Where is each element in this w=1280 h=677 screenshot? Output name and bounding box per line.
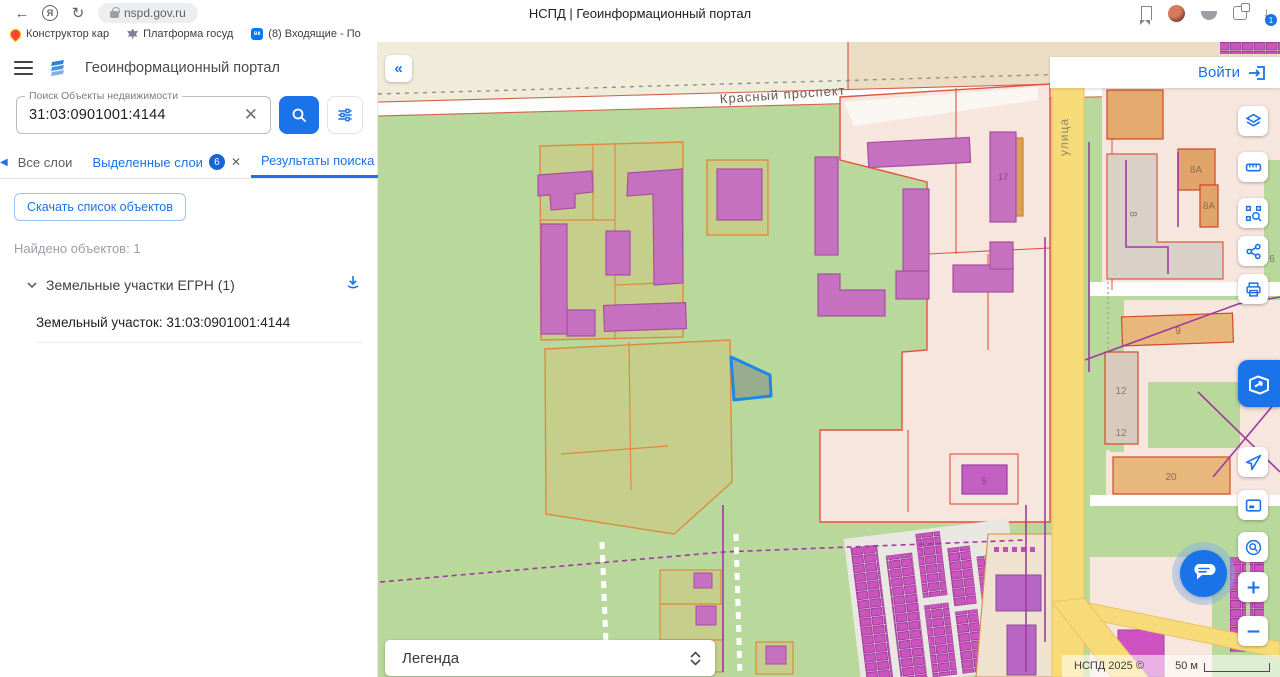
bookmark-gov-platform[interactable]: Платформа госуд bbox=[127, 28, 233, 40]
plus-icon bbox=[1247, 581, 1259, 593]
search-icon bbox=[292, 108, 306, 122]
scale-bracket bbox=[1204, 663, 1270, 672]
collapse-panel-button[interactable]: « bbox=[385, 55, 412, 82]
bookmarks-bar: Конструктор кар Платформа госуд вк (8) В… bbox=[0, 26, 1280, 42]
zoom-out-button[interactable] bbox=[1238, 616, 1268, 646]
downloads-button[interactable]: ↓ 1 bbox=[1263, 4, 1277, 26]
login-icon bbox=[1249, 65, 1265, 80]
download-badge: 1 bbox=[1265, 14, 1277, 26]
object-search-button[interactable] bbox=[1238, 198, 1268, 228]
search-button[interactable] bbox=[279, 96, 319, 134]
search-field-label: Поиск Объекты недвижимости bbox=[25, 90, 183, 102]
chevron-down-icon bbox=[27, 281, 37, 288]
download-icon bbox=[347, 276, 359, 289]
map-canvas[interactable]: Красный проспект улица 8 8А 8А 9 12 12 2… bbox=[378, 42, 1280, 677]
address-text: nspd.gov.ru bbox=[124, 6, 186, 20]
road-yellow bbox=[1051, 81, 1085, 677]
chat-bubble-icon bbox=[1193, 563, 1215, 579]
legend-toggle-icon[interactable] bbox=[690, 650, 701, 666]
basemap-icon bbox=[1249, 374, 1269, 395]
result-group-title: Земельные участки ЕГРН (1) bbox=[46, 276, 235, 293]
legend-bar[interactable]: Легенда bbox=[385, 640, 715, 676]
nspd-logo-icon bbox=[51, 60, 64, 76]
svg-text:8А: 8А bbox=[1203, 201, 1216, 212]
share-icon bbox=[1245, 243, 1261, 259]
layers-button[interactable] bbox=[1238, 106, 1268, 136]
left-panel: Геоинформационный портал Поиск Объекты н… bbox=[0, 42, 423, 677]
svg-text:20: 20 bbox=[1165, 472, 1177, 483]
login-bar[interactable]: Войти bbox=[1050, 57, 1280, 88]
object-search-icon bbox=[1245, 205, 1261, 221]
found-count-text: Найдено объектов: 1 bbox=[14, 241, 141, 256]
ruler-icon bbox=[1245, 163, 1261, 171]
tabs-scroll-left-icon[interactable]: ◀ bbox=[0, 146, 8, 178]
bookmark-flag-icon[interactable] bbox=[1140, 6, 1152, 25]
close-tab-icon[interactable]: ✕ bbox=[231, 155, 241, 169]
geolocation-button[interactable] bbox=[1238, 447, 1268, 477]
tab-selected-layers[interactable]: Выделенные слои 6 ✕ bbox=[82, 146, 251, 178]
sliders-icon bbox=[338, 108, 352, 122]
avatar[interactable] bbox=[1168, 4, 1185, 22]
svg-text:9: 9 bbox=[1175, 326, 1181, 337]
selected-layers-badge: 6 bbox=[208, 154, 225, 170]
lock-icon bbox=[110, 7, 120, 18]
extensions-icon[interactable] bbox=[1233, 3, 1250, 20]
overview-map-icon bbox=[1245, 498, 1261, 512]
layers-icon bbox=[1245, 113, 1261, 127]
browser-chrome: ← Я ↻ nspd.gov.ru НСПД | Геоинформационн… bbox=[0, 0, 1280, 42]
print-icon bbox=[1245, 281, 1261, 297]
result-group-header[interactable]: Земельные участки ЕГРН (1) bbox=[14, 270, 363, 305]
collections-icon[interactable] bbox=[1201, 10, 1217, 20]
layer-tabs: ◀ Все слои Выделенные слои 6 ✕ Результат… bbox=[0, 146, 423, 179]
download-group-button[interactable] bbox=[345, 274, 361, 295]
svg-text:17: 17 bbox=[998, 172, 1008, 182]
scale-bar: 50 м bbox=[1175, 660, 1270, 672]
search-filters-button[interactable] bbox=[327, 96, 363, 134]
search-field[interactable]: Поиск Объекты недвижимости 31:03:0901001… bbox=[16, 90, 271, 134]
refresh-icon[interactable]: ↻ bbox=[66, 4, 90, 22]
overview-map-button[interactable] bbox=[1238, 490, 1268, 520]
tab-all-layers[interactable]: Все слои bbox=[8, 146, 83, 178]
vk-icon: вк bbox=[251, 28, 264, 40]
legend-label: Легенда bbox=[402, 649, 460, 667]
print-button[interactable] bbox=[1238, 274, 1268, 304]
svg-text:8А: 8А bbox=[1190, 165, 1203, 176]
back-icon[interactable]: ← bbox=[10, 5, 34, 22]
bookmark-vk-inbox[interactable]: вк (8) Входящие - По bbox=[251, 28, 361, 40]
attribution-text: НСПД 2025 © bbox=[1074, 660, 1144, 672]
basemap-button[interactable] bbox=[1238, 360, 1280, 407]
ruler-button[interactable] bbox=[1238, 152, 1268, 182]
search-area-icon bbox=[1245, 539, 1261, 555]
scale-label: 50 м bbox=[1175, 660, 1198, 672]
zoom-in-button[interactable] bbox=[1238, 572, 1268, 602]
svg-text:12: 12 bbox=[1115, 428, 1127, 439]
browser-logo-icon[interactable]: Я bbox=[42, 5, 58, 21]
map-attribution: НСПД 2025 © 50 м bbox=[1062, 655, 1280, 677]
app-title: Геоинформационный портал bbox=[85, 60, 280, 76]
minus-icon bbox=[1247, 629, 1259, 633]
login-label: Войти bbox=[1198, 64, 1240, 81]
feedback-chat-button[interactable] bbox=[1180, 550, 1227, 597]
clear-search-icon[interactable]: ✕ bbox=[240, 105, 262, 125]
download-object-list-button[interactable]: Скачать список объектов bbox=[14, 193, 186, 221]
search-input[interactable]: 31:03:0901001:4144 bbox=[29, 107, 240, 123]
menu-icon[interactable] bbox=[14, 60, 33, 76]
result-item[interactable]: Земельный участок: 31:03:0901001:4144 bbox=[36, 305, 363, 343]
share-button[interactable] bbox=[1238, 236, 1268, 266]
street-label-side: улица bbox=[1057, 118, 1071, 156]
svg-text:12: 12 bbox=[1115, 386, 1127, 397]
svg-text:6: 6 bbox=[1269, 254, 1275, 265]
svg-text:8: 8 bbox=[1127, 211, 1138, 217]
address-bar[interactable]: nspd.gov.ru bbox=[98, 3, 198, 23]
map-container: Красный проспект улица 8 8А 8А 9 12 12 2… bbox=[378, 42, 1280, 677]
eagle-icon bbox=[127, 28, 139, 40]
bookmark-map-constructor[interactable]: Конструктор кар bbox=[7, 26, 109, 42]
svg-text:5: 5 bbox=[981, 476, 986, 486]
map-pin-icon bbox=[7, 26, 24, 42]
search-area-button[interactable] bbox=[1238, 532, 1268, 562]
geolocation-icon bbox=[1245, 454, 1261, 470]
